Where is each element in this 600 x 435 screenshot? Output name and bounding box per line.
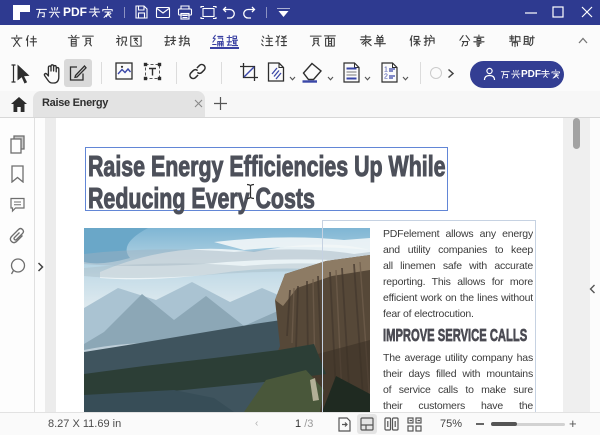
svg-text:1: 1 bbox=[384, 67, 388, 74]
svg-text:2: 2 bbox=[384, 74, 388, 81]
